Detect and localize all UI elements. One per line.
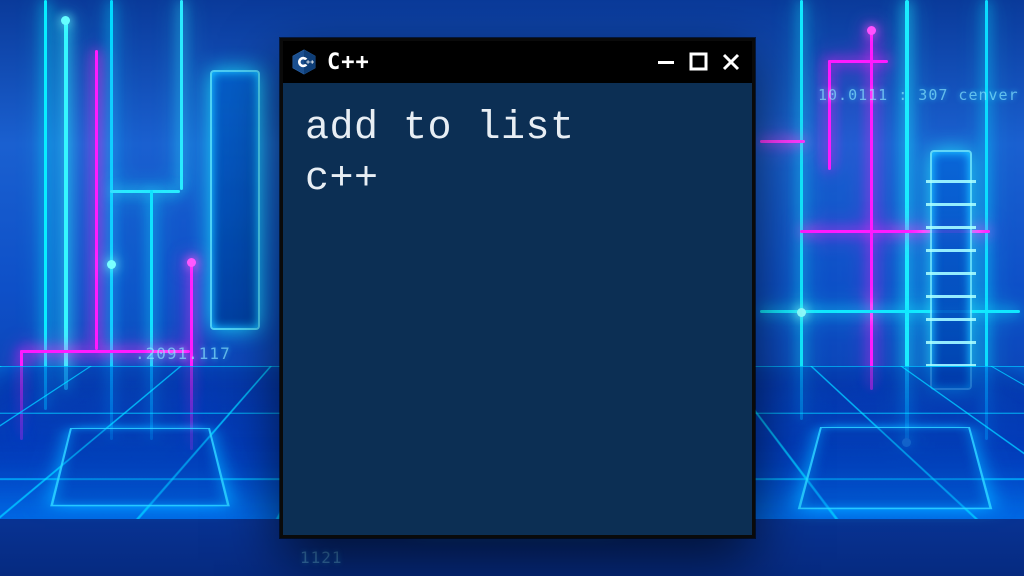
window-title: C++ [327,50,370,75]
minimize-button[interactable] [656,51,678,73]
bg-label-1: .2091.117 [135,344,231,363]
window-content: add to list c++ [283,83,752,225]
maximize-button[interactable] [688,51,710,73]
titlebar[interactable]: C++ [283,41,752,83]
app-window: C++ add to list c++ [280,38,755,538]
content-line-1: add to list [305,103,730,154]
bg-label-2: 10.0111 : 307 cenver [818,86,1019,104]
bg-label-3: 1121 [300,548,343,567]
window-controls [656,51,742,73]
cpp-icon [291,49,317,75]
content-line-2: c++ [305,154,730,205]
close-button[interactable] [720,51,742,73]
